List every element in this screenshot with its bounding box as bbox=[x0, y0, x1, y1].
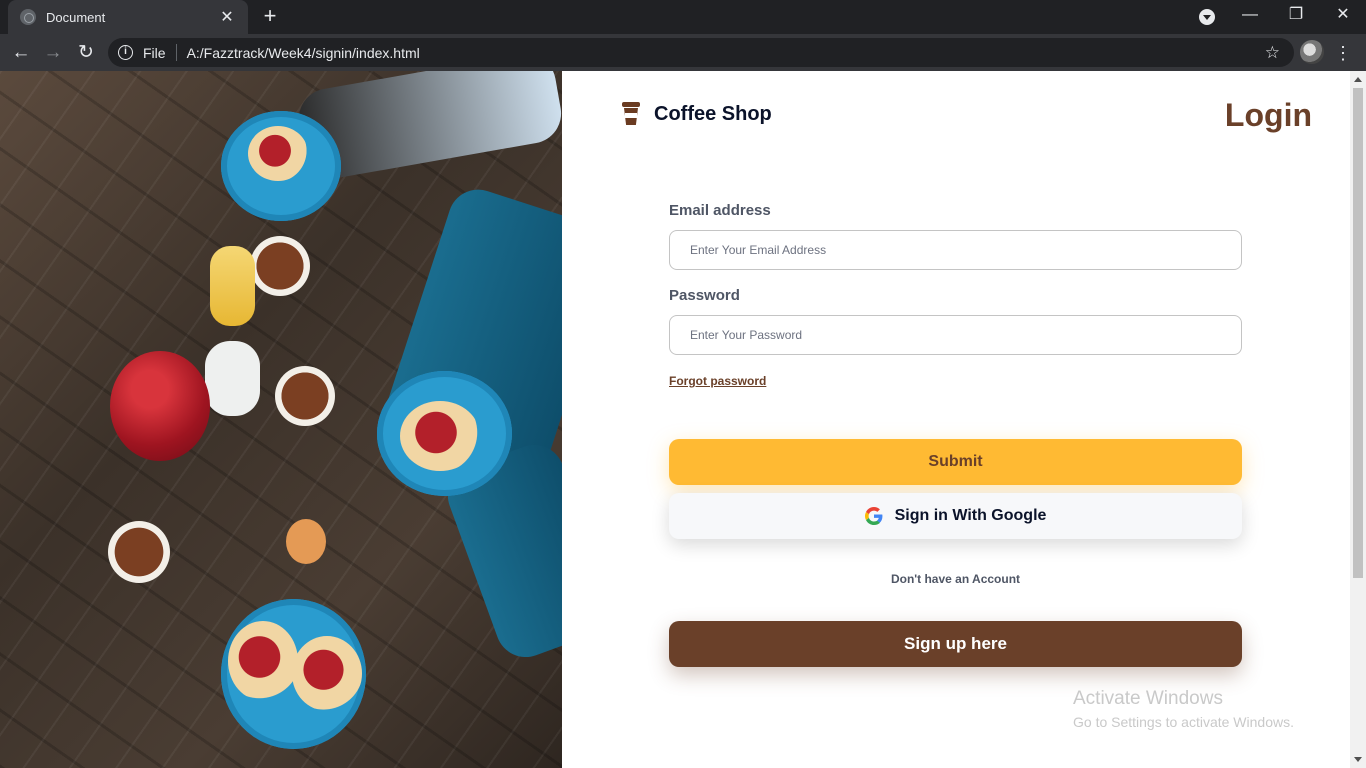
address-bar[interactable]: i File A:/Fazztrack/Week4/signin/index.h… bbox=[108, 38, 1294, 67]
info-icon[interactable]: i bbox=[118, 45, 133, 60]
forward-icon[interactable]: → bbox=[40, 40, 66, 66]
password-group: Password bbox=[669, 287, 1242, 355]
avatar-icon[interactable] bbox=[1300, 40, 1324, 64]
email-field[interactable] bbox=[669, 230, 1242, 270]
signup-button[interactable]: Sign up here bbox=[669, 621, 1242, 667]
close-window-icon[interactable]: ✕ bbox=[1320, 0, 1366, 30]
password-field[interactable] bbox=[669, 315, 1242, 355]
login-panel: Coffee Shop Login Email address Password… bbox=[562, 71, 1350, 768]
scroll-up-icon[interactable] bbox=[1354, 77, 1362, 82]
star-icon[interactable]: ☆ bbox=[1265, 43, 1280, 63]
reload-icon[interactable]: ↻ bbox=[73, 40, 99, 66]
browser-toolbar: ← → ↻ i File A:/Fazztrack/Week4/signin/i… bbox=[0, 34, 1366, 71]
brand[interactable]: Coffee Shop bbox=[622, 102, 772, 126]
forgot-password-link[interactable]: Forgot password bbox=[669, 374, 766, 388]
no-account-text: Don't have an Account bbox=[890, 572, 1021, 586]
page-title: Login bbox=[1224, 97, 1312, 133]
vertical-scrollbar[interactable] bbox=[1350, 71, 1366, 768]
tab-title: Document bbox=[46, 9, 106, 25]
activate-title: Activate Windows bbox=[1073, 688, 1223, 709]
minimize-icon[interactable]: — bbox=[1227, 0, 1273, 30]
activate-windows-watermark: Activate Windows Go to Settings to activ… bbox=[1073, 688, 1294, 730]
submit-button[interactable]: Submit bbox=[669, 439, 1242, 485]
tab-favicon-icon bbox=[20, 9, 36, 25]
url-divider bbox=[175, 44, 177, 61]
menu-icon[interactable]: ⋮ bbox=[1333, 40, 1353, 66]
url-text[interactable]: A:/Fazztrack/Week4/signin/index.html bbox=[187, 45, 1265, 61]
tab-strip: Document ✕ + — ❐ ✕ bbox=[0, 0, 1366, 34]
url-scheme: File bbox=[143, 44, 166, 61]
login-form: Email address Password Forgot password bbox=[669, 202, 1242, 390]
hero-image bbox=[0, 71, 562, 768]
profile-icon[interactable] bbox=[1199, 9, 1215, 25]
scroll-down-icon[interactable] bbox=[1354, 757, 1362, 762]
restore-icon[interactable]: ❐ bbox=[1273, 0, 1319, 30]
activate-subtitle: Go to Settings to activate Windows. bbox=[1073, 714, 1294, 730]
google-icon bbox=[864, 507, 883, 525]
back-icon[interactable]: ← bbox=[8, 40, 34, 66]
close-icon[interactable]: ✕ bbox=[218, 7, 236, 27]
google-signin-button[interactable]: Sign in With Google bbox=[669, 493, 1242, 539]
scroll-thumb[interactable] bbox=[1353, 88, 1363, 578]
email-group: Email address bbox=[669, 202, 1242, 270]
password-label: Password bbox=[669, 287, 740, 304]
browser-tab[interactable]: Document ✕ bbox=[8, 0, 248, 34]
google-button-label: Sign in With Google bbox=[894, 507, 1047, 524]
coffee-cup-icon bbox=[622, 102, 640, 126]
email-label: Email address bbox=[669, 202, 771, 219]
page-viewport: Coffee Shop Login Email address Password… bbox=[0, 71, 1366, 768]
brand-name: Coffee Shop bbox=[654, 102, 772, 125]
plus-icon[interactable]: + bbox=[258, 4, 282, 28]
